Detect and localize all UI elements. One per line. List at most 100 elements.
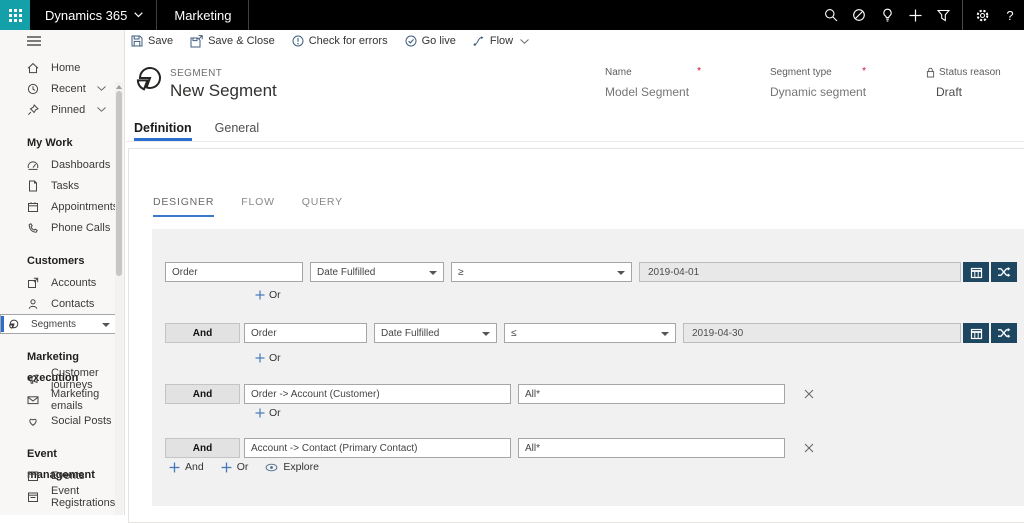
accounts-icon [27,277,39,289]
add-and-link[interactable]: And [169,461,204,473]
plus-icon [255,290,265,300]
search-icon [824,8,838,22]
plus-icon [255,353,265,363]
sidebar-item-marketing-emails[interactable]: Marketing emails [0,389,124,410]
header-field-name: Name * Model Segment [605,67,755,99]
operator-select[interactable]: ≤ [504,323,676,343]
add-or-link[interactable]: Or [221,461,249,473]
conjunction-toggle[interactable]: And [165,438,240,458]
status-reason-field-value: Draft [936,85,1024,99]
page-title: New Segment [170,81,277,101]
remove-row-button[interactable] [800,438,818,458]
operator-select[interactable]: ≥ [451,262,632,282]
sidebar-item-customer-journeys[interactable]: Customer journeys [0,368,124,389]
tab-designer[interactable]: DESIGNER [153,196,214,217]
tab-general[interactable]: General [215,121,259,141]
app-launcher-button[interactable] [0,0,30,30]
settings-button[interactable] [968,0,996,30]
designer-footer-links: And Or Explore [169,461,319,473]
sidebar-item-event-registrations[interactable]: Event Registrations [0,486,124,507]
filter-icon [937,9,950,22]
sidebar-item-accounts[interactable]: Accounts [0,272,124,293]
segment-type-field-value[interactable]: Dynamic segment [770,85,920,99]
clock-icon [27,83,39,95]
sidebar-item-phone-calls[interactable]: Phone Calls [0,217,124,238]
conjunction-toggle[interactable]: And [165,384,240,404]
field-label: Segment type [770,67,832,78]
required-marker: * [862,66,866,77]
save-icon [131,35,143,47]
sidebar-item-social-posts[interactable]: Social Posts [0,410,124,431]
condition-row: Date Fulfilled ≥ [165,262,1017,282]
entity-input[interactable] [165,262,303,282]
sidebar-item-contacts[interactable]: Contacts [0,293,124,314]
shuffle-button[interactable] [991,262,1017,282]
check-for-errors-button[interactable]: Check for errors [292,35,388,47]
calendar-list-icon [27,491,39,503]
sidebar-item-events[interactable]: Events [0,465,124,486]
designer-tab-strip: DESIGNER FLOW QUERY [153,196,343,217]
conjunction-toggle[interactable]: And [165,323,240,343]
tab-flow[interactable]: FLOW [241,196,275,217]
sidebar-scrollbar-thumb[interactable] [116,91,122,276]
sidebar-item-dashboards[interactable]: Dashboards [0,154,124,175]
help-button[interactable]: ? [996,0,1024,30]
sidebar-collapse-button[interactable] [27,36,41,46]
add-or-link[interactable]: Or [255,407,281,419]
explore-eye-icon [265,463,278,472]
sidebar-item-label: Marketing emails [51,388,124,412]
calendar-button[interactable] [963,262,989,282]
relationship-value-input[interactable] [518,438,785,458]
sidebar-item-label: Segments [31,319,76,330]
brand-switcher[interactable]: Dynamics 365 [45,8,143,23]
calendar-button[interactable] [963,323,989,343]
query-designer-canvas: Date Fulfilled ≥ [152,229,1024,506]
sidebar-item-segments[interactable]: Segments [0,314,117,334]
go-live-button[interactable]: Go live [405,35,456,47]
explore-link[interactable]: Explore [265,461,319,473]
date-input[interactable] [683,323,961,343]
remove-row-button[interactable] [800,384,818,404]
relationship-path-input[interactable] [244,384,511,404]
relationship-value-input[interactable] [518,384,785,404]
entity-input[interactable] [244,323,367,343]
attribute-select[interactable]: Date Fulfilled [374,323,497,343]
lock-icon [926,67,935,78]
calendar-icon [27,470,39,482]
plus-icon [909,9,922,22]
add-or-link[interactable]: Or [255,289,281,301]
sidebar-item-home[interactable]: Home [0,57,124,78]
current-app-tab[interactable]: Marketing [156,0,249,30]
chevron-down-icon [134,12,143,18]
add-or-link[interactable]: Or [255,352,281,364]
save-and-close-button[interactable]: Save & Close [190,35,275,48]
waffle-icon [9,9,22,22]
sidebar-item-pinned[interactable]: Pinned [0,99,124,120]
sidebar-item-label: Accounts [51,277,96,289]
suggestions-button[interactable] [873,0,901,30]
shuffle-button[interactable] [991,323,1017,343]
quick-create-button[interactable] [901,0,929,30]
compass-icon [852,8,866,22]
save-button[interactable]: Save [131,35,173,47]
save-close-icon [190,35,203,48]
sidebar-item-tasks[interactable]: Tasks [0,175,124,196]
sidebar-item-recent[interactable]: Recent [0,78,124,99]
relationship-path-input[interactable] [244,438,511,458]
tab-definition[interactable]: Definition [134,121,192,141]
sidebar-item-label: Pinned [51,104,85,116]
advanced-find-button[interactable] [929,0,957,30]
shuffle-icon [997,327,1011,339]
search-button[interactable] [817,0,845,30]
flow-button[interactable]: Flow [473,35,529,47]
sidebar-item-label: Recent [51,83,86,95]
sidebar-item-appointments[interactable]: Appointments [0,196,124,217]
sidebar-scrollbar[interactable] [115,82,123,515]
date-input[interactable] [639,262,961,282]
guided-tasks-button[interactable] [845,0,873,30]
condition-row: And Date Fulfilled ≤ [165,323,1017,343]
attribute-select[interactable]: Date Fulfilled [310,262,444,282]
scrollbar-up-arrow-icon [116,85,122,89]
tab-query[interactable]: QUERY [302,196,343,217]
name-field-value[interactable]: Model Segment [605,85,755,99]
